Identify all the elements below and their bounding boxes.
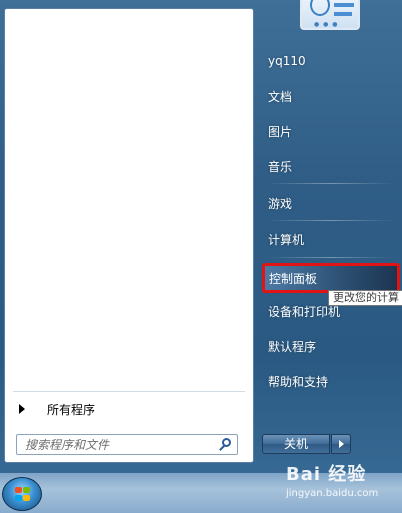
menu-item-music[interactable]: 音乐	[262, 153, 398, 179]
user-avatar[interactable]: ● ● ●	[300, 0, 360, 30]
programs-divider	[13, 391, 245, 392]
start-button[interactable]	[2, 477, 42, 511]
menu-item-label: 帮助和支持	[268, 374, 329, 389]
menu-item-label: 图片	[268, 124, 293, 139]
right-arrow-icon	[339, 440, 344, 448]
search-icon[interactable]	[215, 435, 237, 454]
windows-logo-icon	[15, 487, 31, 502]
menu-item-label: 计算机	[268, 232, 305, 247]
all-programs-button[interactable]: 所有程序	[11, 398, 249, 420]
right-arrow-icon	[19, 404, 25, 414]
menu-item-label: 文档	[268, 89, 293, 104]
menu-item-user[interactable]: yq110	[262, 48, 398, 74]
shutdown-options-button[interactable]	[331, 434, 351, 454]
menu-item-computer[interactable]: 计算机	[262, 226, 398, 252]
menu-separator	[266, 220, 394, 221]
watermark-brand: Bai 经验	[286, 464, 367, 485]
menu-item-label: 控制面板	[269, 272, 318, 286]
menu-item-help-support[interactable]: 帮助和支持	[262, 368, 398, 394]
menu-item-label: yq110	[268, 54, 306, 68]
search-input[interactable]	[17, 435, 215, 454]
watermark: Bai 经验 jingyan.baidu.com	[286, 460, 402, 508]
menu-item-label: 音乐	[268, 159, 293, 174]
menu-separator	[266, 257, 394, 258]
menu-item-games[interactable]: 游戏	[262, 190, 398, 216]
menu-item-pictures[interactable]: 图片	[262, 118, 398, 144]
all-programs-label: 所有程序	[47, 402, 96, 417]
menu-item-documents[interactable]: 文档	[262, 83, 398, 109]
menu-separator	[266, 183, 394, 184]
shutdown-button[interactable]: 关机	[262, 434, 330, 454]
tooltip: 更改您的计算	[328, 290, 402, 306]
search-box[interactable]	[16, 434, 238, 455]
programs-pane: 所有程序	[4, 8, 254, 463]
menu-item-control-panel[interactable]: 控制面板	[262, 263, 400, 293]
menu-item-default-programs[interactable]: 默认程序	[262, 333, 398, 359]
menu-item-label: 默认程序	[268, 339, 317, 354]
watermark-url: jingyan.baidu.com	[286, 488, 379, 499]
menu-item-label: 游戏	[268, 196, 293, 211]
